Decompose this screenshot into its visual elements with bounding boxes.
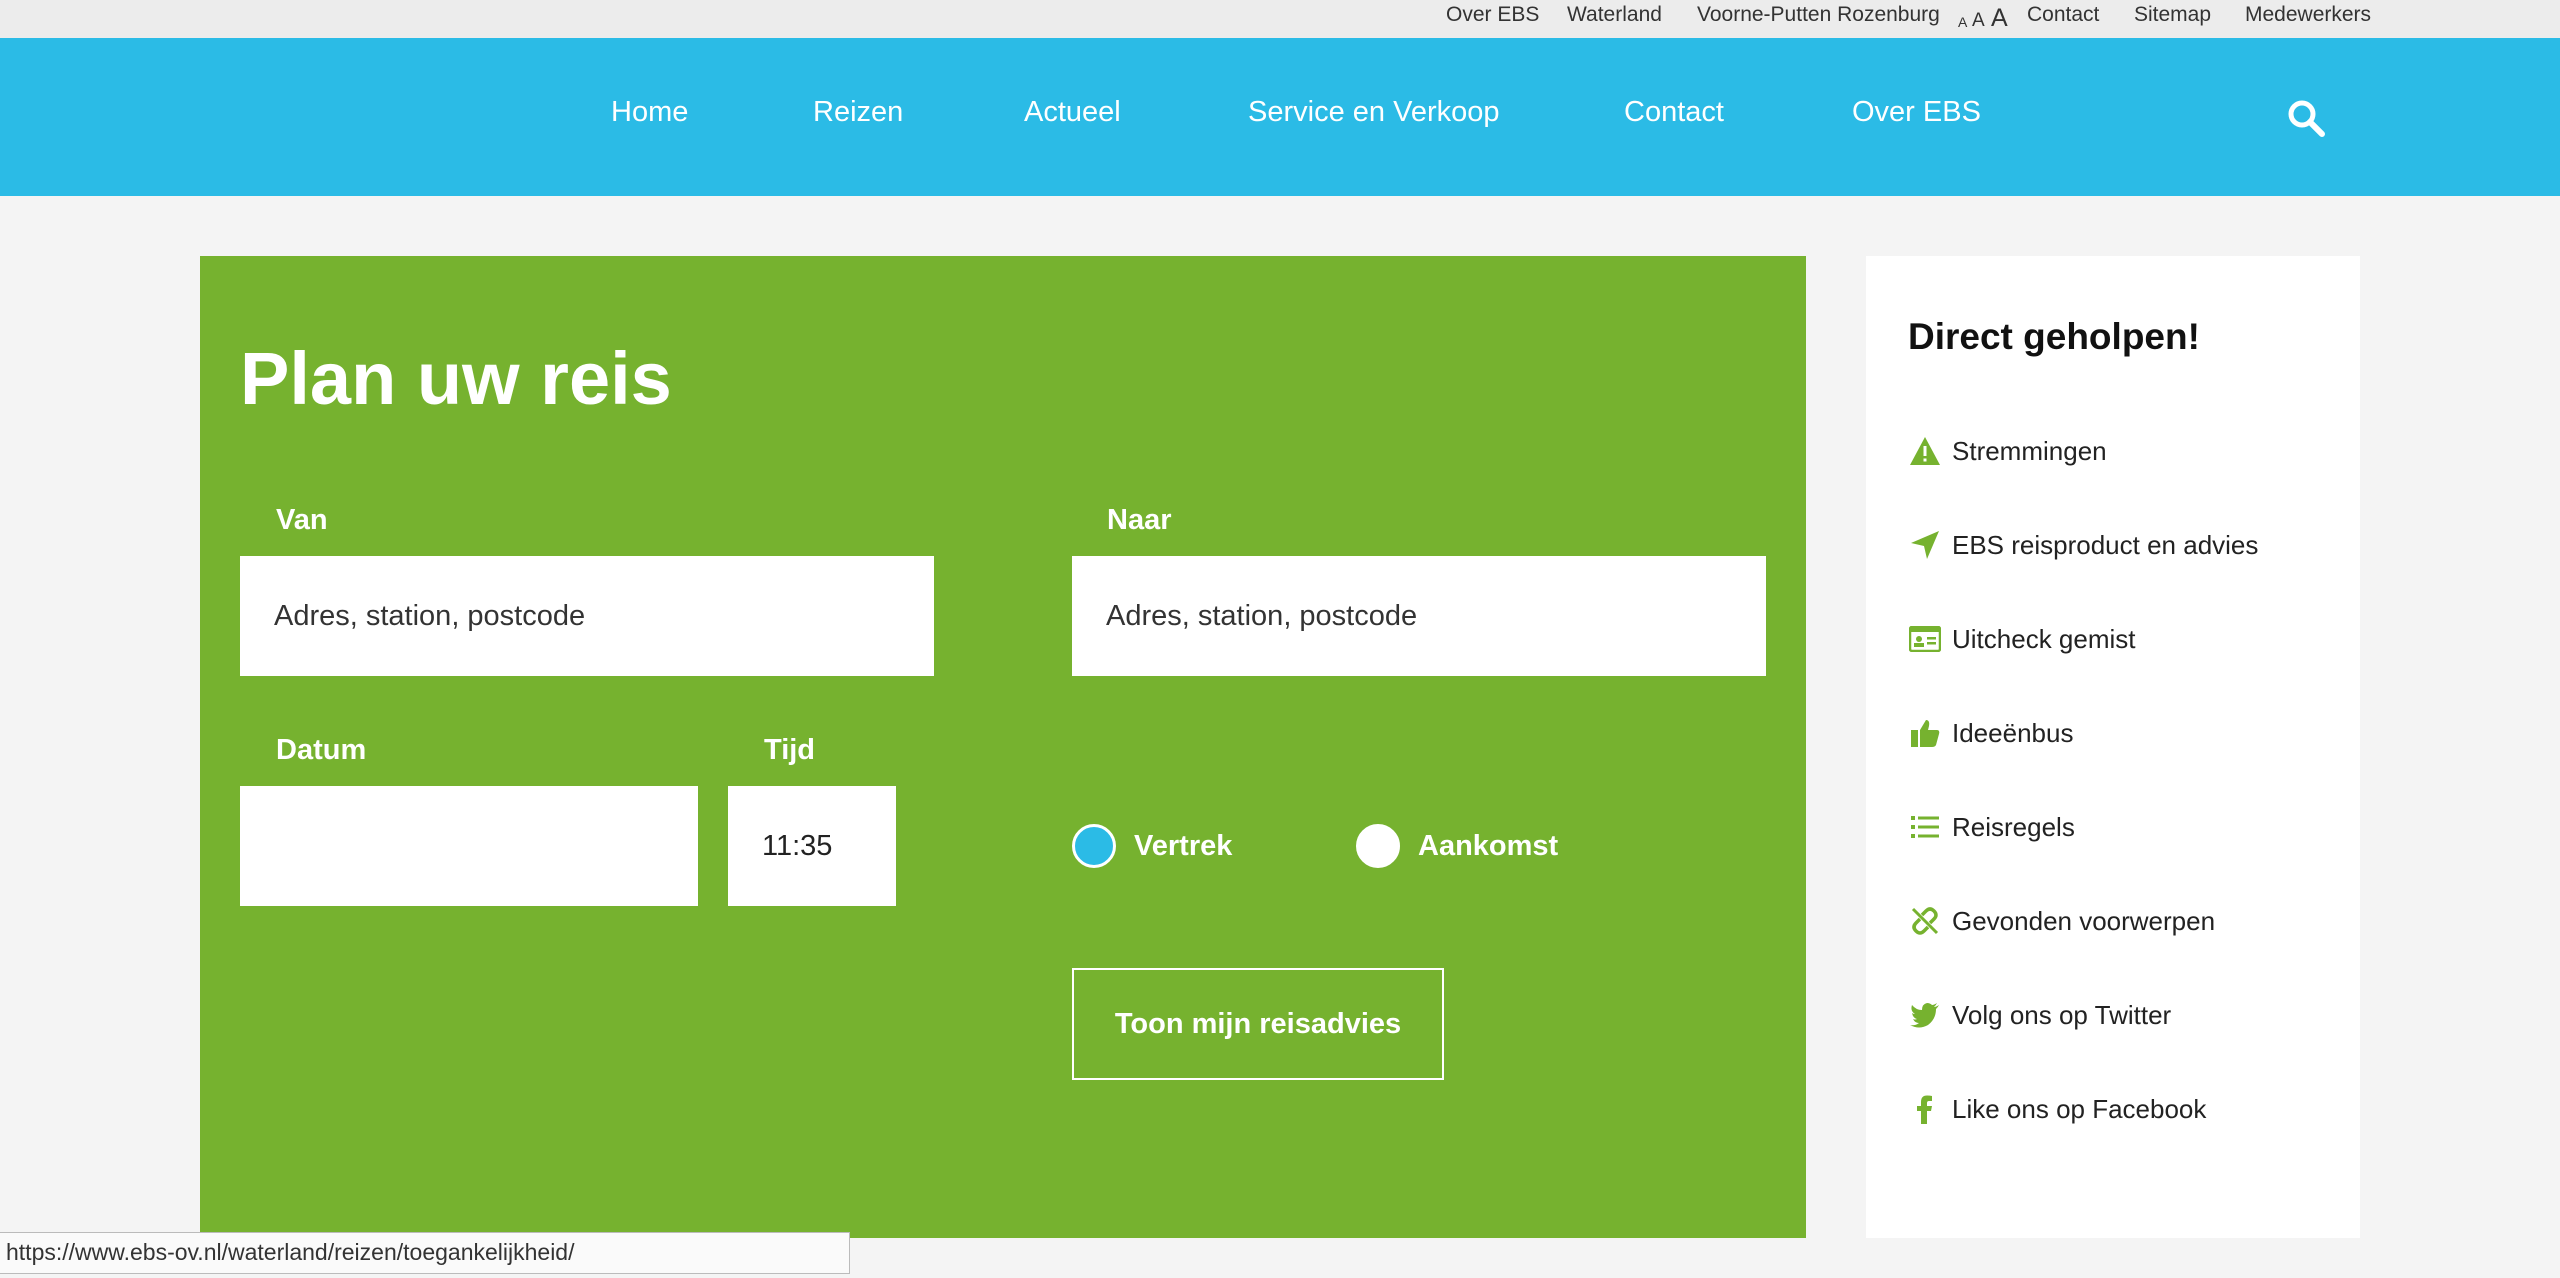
to-label: Naar <box>1107 504 1172 536</box>
sidebar-link-label: EBS reisproduct en advies <box>1952 529 2259 560</box>
to-input[interactable] <box>1072 556 1766 676</box>
planner-title: Plan uw reis <box>240 337 672 420</box>
sidebar-link-twitter[interactable]: Volg ons op Twitter <box>1908 998 2171 1032</box>
from-label: Van <box>276 504 328 536</box>
navigation-arrow-icon <box>1908 528 1942 562</box>
journey-planner: Plan uw reis Van Naar Datum Tijd Vertrek… <box>200 256 1806 1238</box>
radio-aankomst[interactable]: Aankomst <box>1356 824 1558 868</box>
search-icon[interactable] <box>2286 98 2326 138</box>
time-label: Tijd <box>764 734 816 766</box>
radio-aankomst-indicator <box>1356 824 1400 868</box>
facebook-icon <box>1908 1092 1942 1126</box>
util-link-waterland[interactable]: Waterland <box>1567 3 1662 27</box>
radio-vertrek-indicator <box>1072 824 1116 868</box>
sidebar-link-ideeenbus[interactable]: Ideeënbus <box>1908 716 2073 750</box>
main-nav: Home Reizen Actueel Service en Verkoop C… <box>0 38 2560 196</box>
sidebar-link-label: Ideeënbus <box>1952 717 2074 748</box>
util-link-medewerkers[interactable]: Medewerkers <box>2245 3 2371 27</box>
sidebar-link-label: Volg ons op Twitter <box>1952 999 2172 1030</box>
date-input[interactable] <box>240 786 698 906</box>
twitter-icon <box>1908 998 1942 1032</box>
time-input[interactable] <box>728 786 896 906</box>
submit-travel-advice-button[interactable]: Toon mijn reisadvies <box>1072 968 1444 1080</box>
sidebar-link-reisproduct[interactable]: EBS reisproduct en advies <box>1908 528 2258 562</box>
sidebar-link-stremmingen[interactable]: Stremmingen <box>1908 434 2107 468</box>
sidebar-link-uitcheck[interactable]: Uitcheck gemist <box>1908 622 2136 656</box>
font-size-medium[interactable]: A <box>1972 10 1985 32</box>
id-card-icon <box>1908 622 1942 656</box>
util-link-contact[interactable]: Contact <box>2027 3 2099 27</box>
font-size-large[interactable]: A <box>1991 4 2008 33</box>
font-size-small[interactable]: A <box>1958 14 1967 30</box>
sidebar-link-label: Like ons op Facebook <box>1952 1093 2207 1124</box>
sidebar-link-label: Gevonden voorwerpen <box>1952 905 2216 936</box>
nav-item-over-ebs[interactable]: Over EBS <box>1852 96 1981 129</box>
list-icon <box>1908 810 1942 844</box>
sidebar-title: Direct geholpen! <box>1908 316 2200 357</box>
radio-aankomst-label: Aankomst <box>1418 829 1559 862</box>
sidebar-link-label: Uitcheck gemist <box>1952 623 2136 654</box>
util-link-sitemap[interactable]: Sitemap <box>2134 3 2211 27</box>
util-link-voorne-putten[interactable]: Voorne-Putten Rozenburg <box>1697 3 1940 27</box>
browser-status-url: https://www.ebs-ov.nl/waterland/reizen/t… <box>0 1232 850 1274</box>
sidebar-link-label: Reisregels <box>1952 811 2075 842</box>
radio-vertrek-label: Vertrek <box>1134 829 1233 862</box>
date-label: Datum <box>276 734 367 766</box>
warning-icon <box>1908 434 1942 468</box>
nav-item-service-en-verkoop[interactable]: Service en Verkoop <box>1248 96 1499 129</box>
sidebar-link-gevonden-voorwerpen[interactable]: Gevonden voorwerpen <box>1908 904 2215 938</box>
nav-item-contact[interactable]: Contact <box>1624 96 1724 129</box>
utility-bar: Over EBS Waterland Voorne-Putten Rozenbu… <box>0 0 2560 38</box>
from-input[interactable] <box>240 556 934 676</box>
help-sidebar: Direct geholpen! Stremmingen EBS reispro… <box>1866 256 2360 1238</box>
sidebar-link-facebook[interactable]: Like ons op Facebook <box>1908 1092 2206 1126</box>
nav-item-reizen[interactable]: Reizen <box>813 96 903 129</box>
thumbs-up-icon <box>1908 716 1942 750</box>
nav-item-home[interactable]: Home <box>611 96 688 129</box>
util-link-over-ebs[interactable]: Over EBS <box>1446 3 1539 27</box>
nav-item-actueel[interactable]: Actueel <box>1024 96 1121 129</box>
radio-vertrek[interactable]: Vertrek <box>1072 824 1232 868</box>
sidebar-link-label: Stremmingen <box>1952 435 2107 466</box>
sidebar-link-reisregels[interactable]: Reisregels <box>1908 810 2075 844</box>
broken-link-icon <box>1908 904 1942 938</box>
